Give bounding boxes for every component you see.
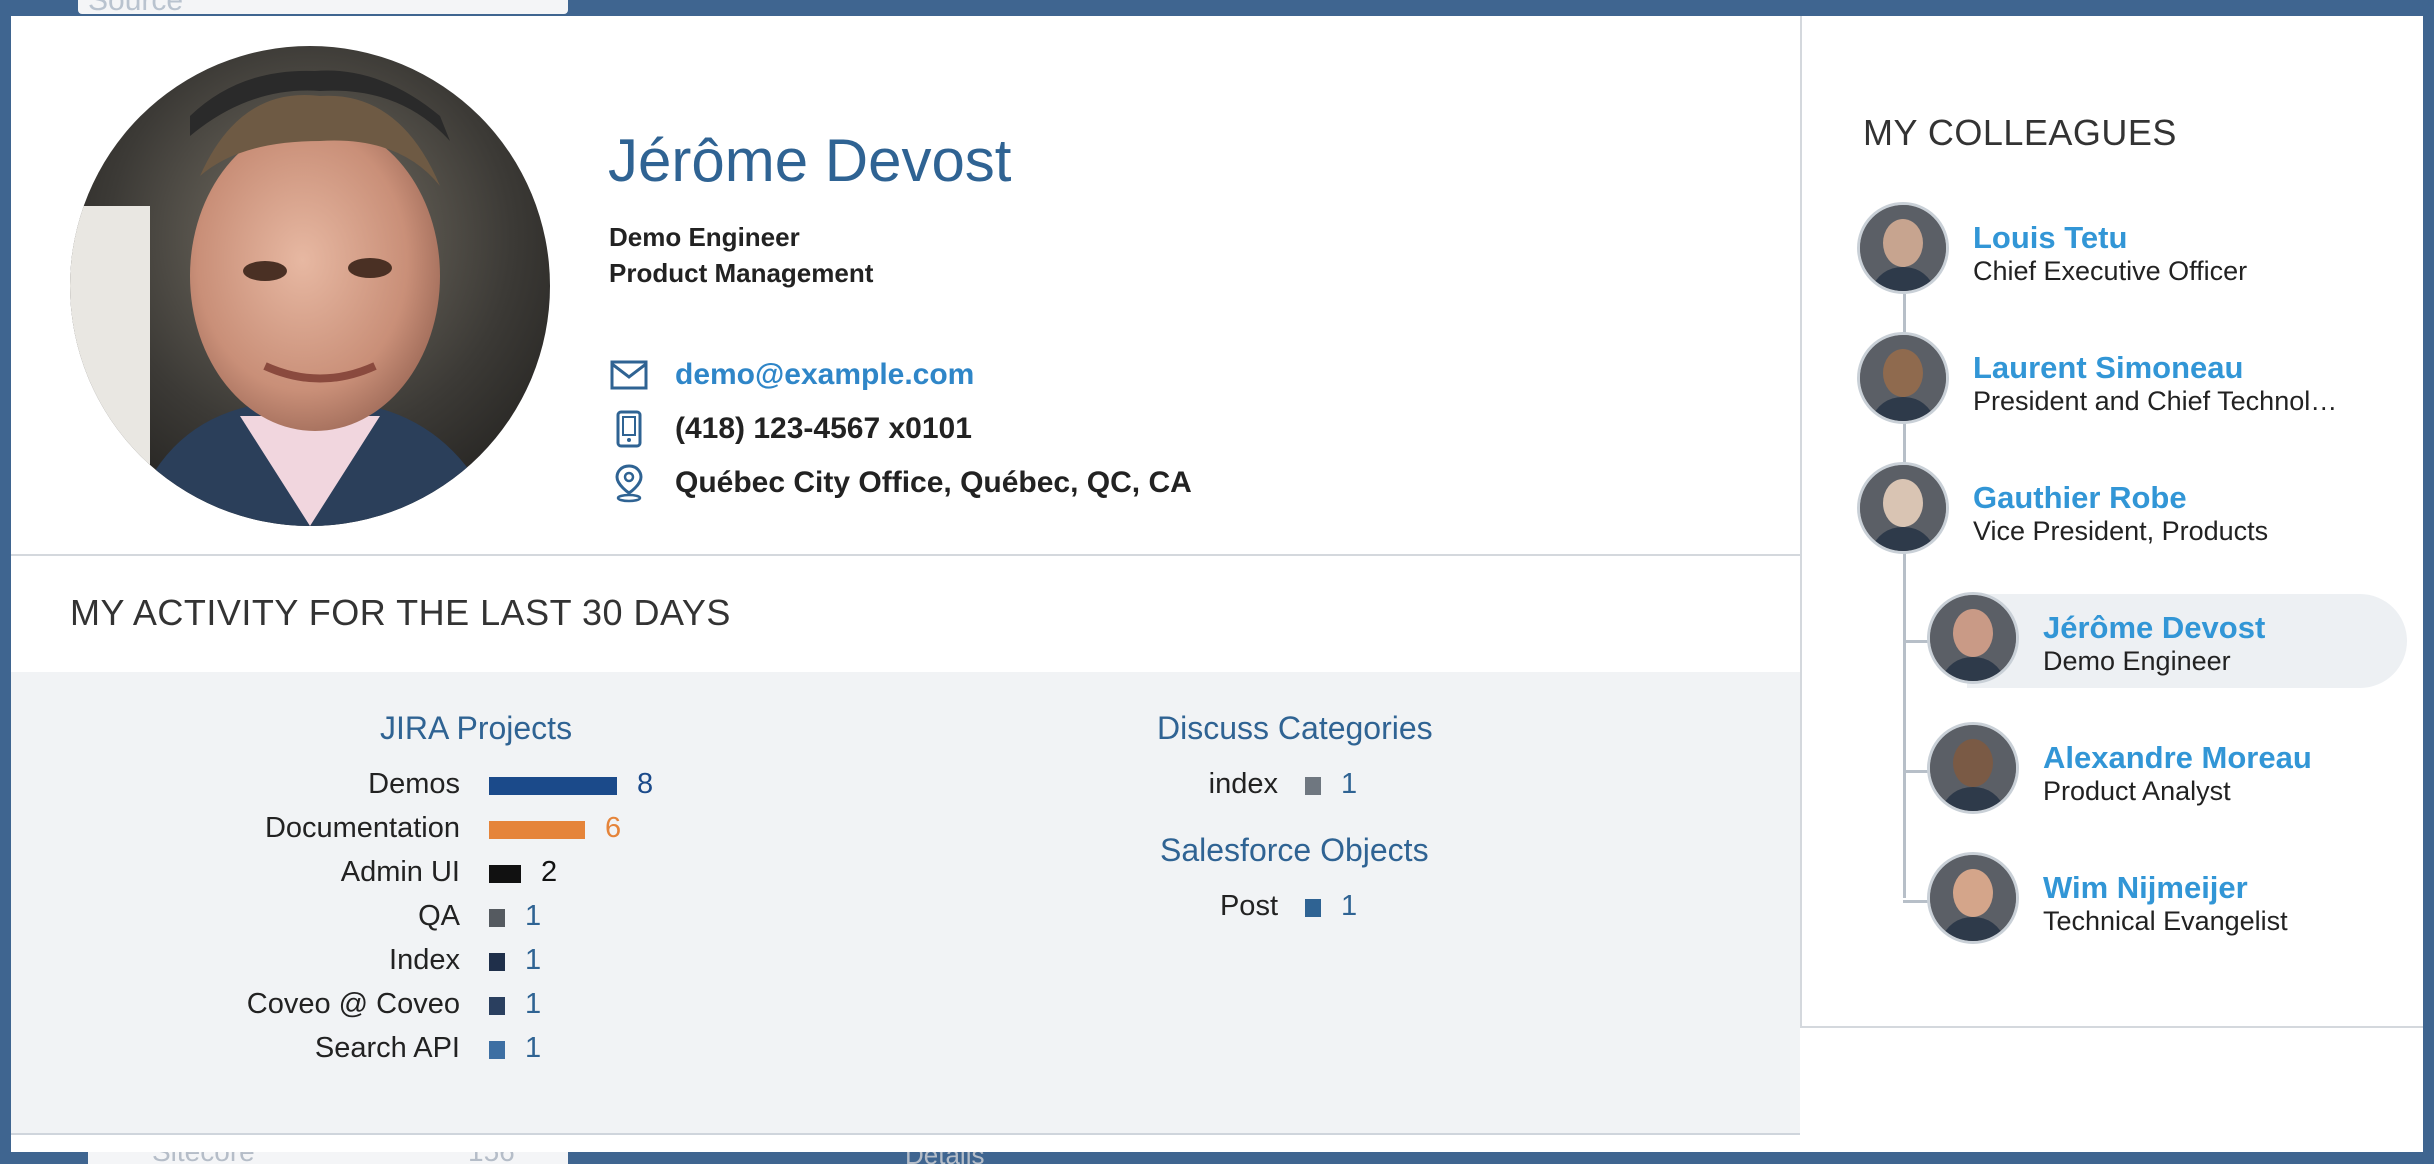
colleague-title: Product Analyst xyxy=(2043,776,2231,806)
colleague-title: President and Chief Technol… xyxy=(1973,386,2338,416)
colleague-item[interactable]: Jérôme Devost Demo Engineer xyxy=(1927,592,2427,690)
phone-number: (418) 123-4567 x0101 xyxy=(675,412,972,445)
colleague-item[interactable]: Laurent Simoneau President and Chief Tech… xyxy=(1857,332,2357,430)
bar-label: index xyxy=(1208,768,1278,800)
profile-modal: Jérôme Devost Demo Engineer Product Mana… xyxy=(11,16,2423,1152)
colleague-name[interactable]: Alexandre Moreau xyxy=(2043,740,2312,776)
bar-label: Post xyxy=(1219,890,1278,922)
colleagues-title: MY COLLEAGUES xyxy=(1863,112,2177,153)
bar-index[interactable] xyxy=(1305,777,1321,795)
email-link[interactable]: demo@example.com xyxy=(675,358,974,392)
bar-documentation[interactable] xyxy=(489,821,585,839)
bar-value: 1 xyxy=(525,988,542,1020)
tree-branch-line xyxy=(1903,640,1929,643)
colleague-title: Vice President, Products xyxy=(1973,516,2269,546)
bar-search-api[interactable] xyxy=(489,1041,505,1059)
colleague-avatar[interactable] xyxy=(1927,722,2019,814)
colleague-item[interactable]: Louis Tetu Chief Executive Officer xyxy=(1857,202,2357,300)
colleagues-panel: MY COLLEAGUES Louis Tetu Chief Executive … xyxy=(1800,16,2423,1028)
colleague-name[interactable]: Louis Tetu xyxy=(1973,220,2127,256)
bar-value: 1 xyxy=(1341,768,1358,800)
bar-label: Admin UI xyxy=(340,856,460,888)
colleague-name[interactable]: Jérôme Devost xyxy=(2043,610,2265,646)
activity-panel: JIRA Projects Demos 8 Documentation 6 Admin … xyxy=(11,672,1800,1135)
bar-label: Search API xyxy=(314,1032,460,1064)
bar-index[interactable] xyxy=(489,953,505,971)
colleague-avatar[interactable] xyxy=(1857,462,1949,554)
colleague-item[interactable]: Gauthier Robe Vice President, Products xyxy=(1857,462,2357,560)
salesforce-objects-title: Salesforce Objects xyxy=(1160,832,1429,868)
bar-value: 2 xyxy=(541,856,558,888)
colleague-avatar[interactable] xyxy=(1927,852,2019,944)
jira-projects-title: JIRA Projects xyxy=(380,710,573,746)
bar-label: QA xyxy=(418,900,460,932)
tree-branch-line xyxy=(1903,900,1929,903)
bar-value: 1 xyxy=(1341,890,1358,922)
map-pin-icon xyxy=(609,463,649,503)
profile-job-title: Demo Engineer xyxy=(609,222,800,252)
colleague-name[interactable]: Wim Nijmeijer xyxy=(2043,870,2248,906)
bar-coveo-coveo[interactable] xyxy=(489,997,505,1015)
mobile-phone-icon xyxy=(609,409,649,449)
colleague-avatar[interactable] xyxy=(1857,202,1949,294)
colleague-item[interactable]: Wim Nijmeijer Technical Evangelist xyxy=(1927,852,2427,950)
colleague-item[interactable]: Alexandre Moreau Product Analyst xyxy=(1927,722,2427,820)
colleague-title: Demo Engineer xyxy=(2043,646,2231,676)
colleague-title: Chief Executive Officer xyxy=(1973,256,2248,286)
bar-value: 6 xyxy=(605,812,622,844)
profile-department: Product Management xyxy=(609,258,874,288)
colleague-name[interactable]: Gauthier Robe xyxy=(1973,480,2187,516)
phone-row: (418) 123-4567 x0101 xyxy=(609,409,972,449)
bar-admin-ui[interactable] xyxy=(489,865,521,883)
bar-demos[interactable] xyxy=(489,777,617,795)
bar-value: 8 xyxy=(637,768,654,800)
tree-branch-line xyxy=(1903,770,1929,773)
activity-section-title: MY ACTIVITY FOR THE LAST 30 DAYS xyxy=(70,592,731,633)
bar-post[interactable] xyxy=(1305,899,1321,917)
bar-label: Index xyxy=(389,944,460,976)
location-row: Québec City Office, Québec, QC, CA xyxy=(609,463,1192,503)
colleague-avatar[interactable] xyxy=(1927,592,2019,684)
profile-photo xyxy=(70,46,550,526)
email-row: demo@example.com xyxy=(609,355,974,395)
colleague-avatar[interactable] xyxy=(1857,332,1949,424)
bar-value: 1 xyxy=(525,1032,542,1064)
bar-label: Documentation xyxy=(264,812,460,844)
bar-qa[interactable] xyxy=(489,909,505,927)
profile-header: Jérôme Devost Demo Engineer Product Mana… xyxy=(11,16,1800,556)
bar-label: Coveo @ Coveo xyxy=(246,988,460,1020)
bar-value: 1 xyxy=(525,900,542,932)
colleague-title: Technical Evangelist xyxy=(2043,906,2288,936)
office-location: Québec City Office, Québec, QC, CA xyxy=(675,466,1192,499)
envelope-icon xyxy=(609,355,649,395)
profile-name: Jérôme Devost xyxy=(608,127,1012,194)
bar-label: Demos xyxy=(368,768,460,800)
bar-value: 1 xyxy=(525,944,542,976)
background-search-facet: Source xyxy=(78,0,568,17)
discuss-categories-title: Discuss Categories xyxy=(1157,710,1433,746)
colleague-name[interactable]: Laurent Simoneau xyxy=(1973,350,2243,386)
